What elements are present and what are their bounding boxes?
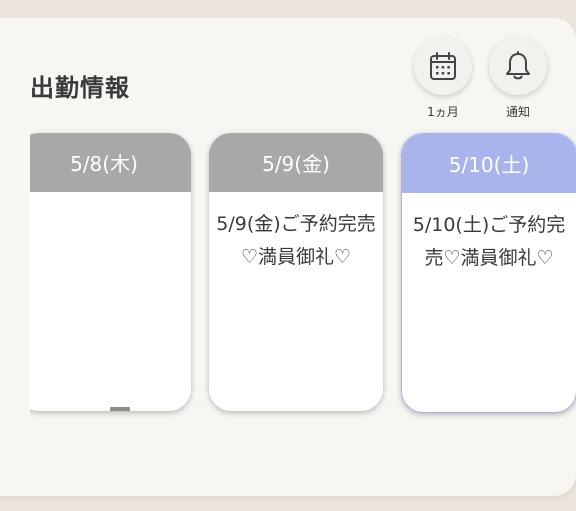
bell-icon [506, 51, 530, 80]
attendance-panel: 出勤情報 1ヵ月 通知 5/8(木) 5/9(金) 5/9(金)ご予約完売♡満員… [0, 18, 576, 496]
schedule-card-0508[interactable]: 5/8(木) [17, 133, 191, 411]
notification-button[interactable] [489, 37, 547, 95]
calendar-icon [430, 52, 456, 80]
schedule-card-0509[interactable]: 5/9(金) 5/9(金)ご予約完売♡満員御礼♡ [209, 133, 383, 411]
schedule-card-text: 5/9(金)ご予約完売♡満員御礼♡ [216, 213, 376, 268]
month-button-label: 1ヵ月 [427, 105, 459, 119]
schedule-card-date: 5/10(土) [402, 134, 576, 193]
notification-button-label: 通知 [505, 105, 530, 119]
scroll-edge-mask [0, 118, 30, 428]
schedule-card-0510[interactable]: 5/10(土) 5/10(土)ご予約完売♡満員御礼♡ [401, 133, 576, 413]
schedule-card-date: 5/9(金) [209, 133, 383, 192]
schedule-card-date: 5/8(木) [17, 133, 191, 192]
no-schedule-dash [110, 407, 130, 411]
schedule-card-text: 5/10(土)ご予約完売♡満員御礼♡ [412, 214, 566, 269]
month-calendar-button[interactable] [414, 37, 472, 95]
section-title: 出勤情報 [30, 74, 130, 102]
